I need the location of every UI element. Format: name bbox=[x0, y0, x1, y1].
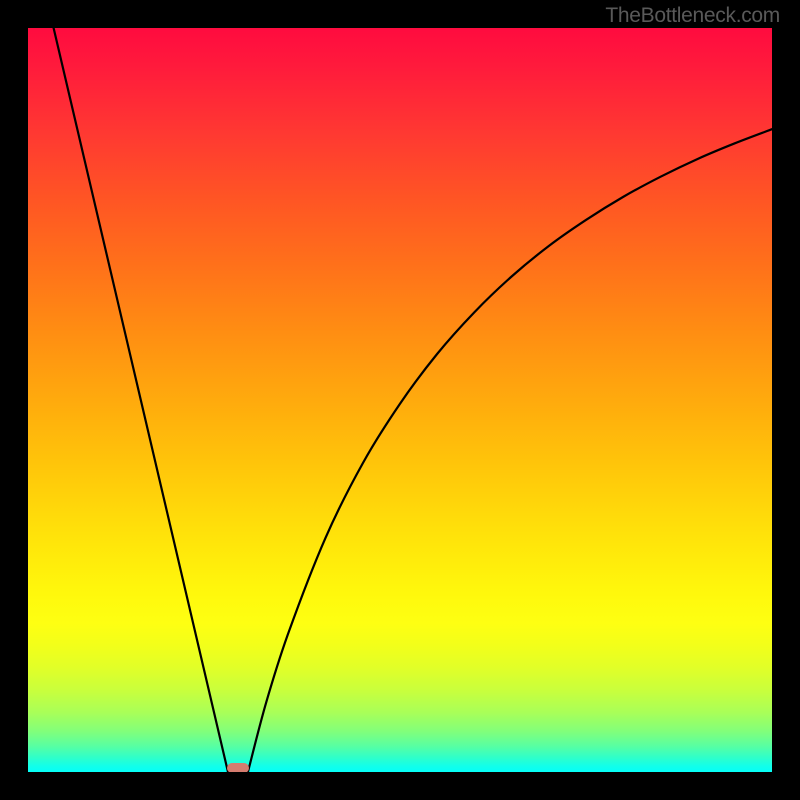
watermark-text: TheBottleneck.com bbox=[605, 4, 780, 28]
cusp-marker bbox=[227, 763, 249, 772]
plot-area bbox=[28, 28, 772, 772]
curve-right-branch bbox=[248, 129, 772, 772]
curve-left-branch bbox=[54, 28, 228, 772]
curve-layer bbox=[28, 28, 772, 772]
